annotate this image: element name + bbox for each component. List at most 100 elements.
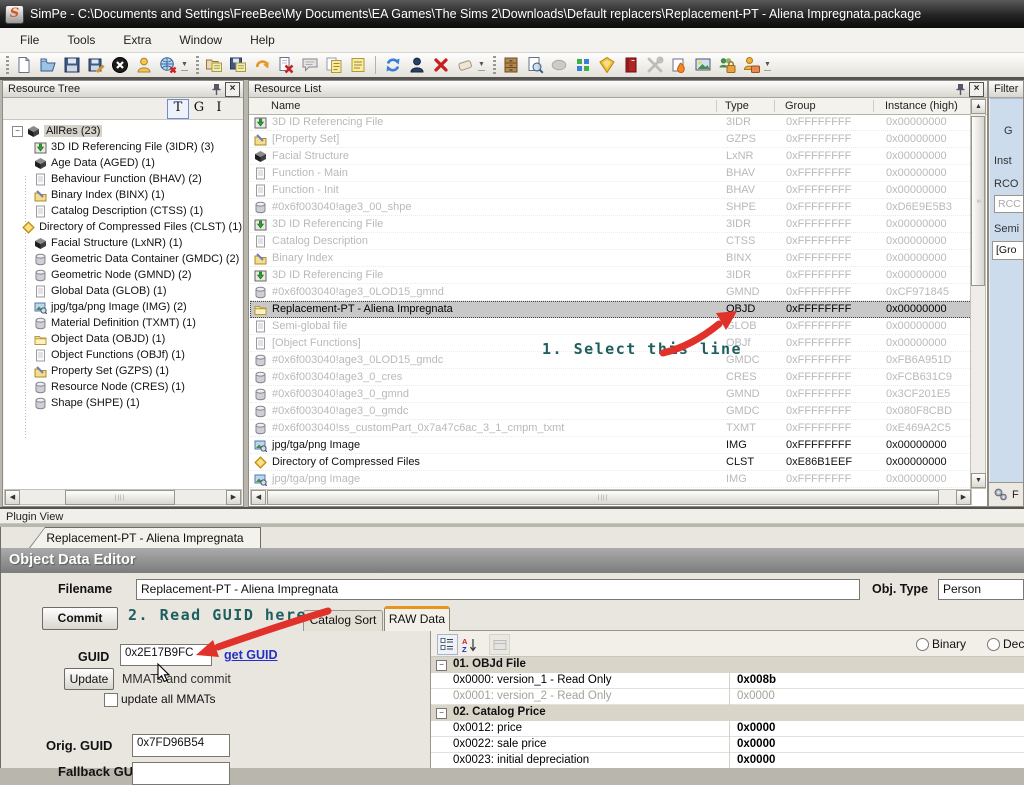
column-group[interactable]: Group [785, 100, 816, 112]
list-row[interactable]: 3D ID Referencing File3IDR0xFFFFFFFF0x00… [250, 216, 972, 233]
alphabetical-sort-icon[interactable]: AZ [459, 634, 480, 655]
toolbar-undo-button[interactable] [250, 54, 274, 76]
toolbar-comment-button[interactable] [298, 54, 322, 76]
toolbar-save-resource-button[interactable] [226, 54, 250, 76]
list-row[interactable]: Semi-global fileGLOB0xFFFFFFFF0x00000000 [250, 318, 972, 335]
list-h-scrollbar[interactable]: ◀ ▶ |||| [250, 489, 972, 505]
tree-item[interactable]: Shape (SHPE) (1) [4, 395, 242, 411]
commit-button[interactable]: Commit [42, 607, 118, 630]
tree-h-scrollbar[interactable]: ◀ ▶ |||| [4, 489, 242, 505]
tree-root-allres[interactable]: −AllRes (23) [4, 123, 242, 139]
toolbar-users-lock-button[interactable] [715, 54, 739, 76]
list-row[interactable]: #0x6f003040!age3_0_gmndGMND0xFFFFFFFF0x3… [250, 386, 972, 403]
plugin-tab[interactable]: Replacement-PT - Aliena Impregnata [29, 527, 261, 548]
toolbar-overflow-icon[interactable]: ▼— [478, 62, 485, 74]
close-icon[interactable]: × [969, 82, 984, 97]
toolbar-archive-button[interactable] [499, 54, 523, 76]
property-row[interactable]: 0x0012: price0x0000 [431, 721, 1024, 737]
toolbar-save-as-button[interactable] [84, 54, 108, 76]
list-row[interactable]: #0x6f003040!age3_0_gmdcGMDC0xFFFFFFFF0x0… [250, 403, 972, 420]
menu-help[interactable]: Help [240, 30, 285, 50]
toolbar-tools-gray-button[interactable] [643, 54, 667, 76]
toolbar-paste-button[interactable] [346, 54, 370, 76]
decimal-radio[interactable] [987, 638, 1000, 651]
collapse-icon[interactable]: − [436, 708, 447, 719]
list-row[interactable]: Directory of Compressed FilesCLST0xE86B1… [250, 454, 972, 471]
toolbar-grip[interactable] [493, 56, 496, 74]
tree-item[interactable]: jpg/tga/png Image (IMG) (2) [4, 299, 242, 315]
tree-item[interactable]: Property Set (GZPS) (1) [4, 363, 242, 379]
tree-view-button-g[interactable]: G [189, 99, 209, 117]
menu-file[interactable]: File [10, 30, 49, 50]
column-instance-high[interactable]: Instance (high) [885, 100, 958, 112]
list-row[interactable]: #0x6f003040!age3_0LOD15_gmndGMND0xFFFFFF… [250, 284, 972, 301]
filter-button[interactable]: F [989, 482, 1023, 506]
toolbar-close-package-button[interactable] [108, 54, 132, 76]
menu-tools[interactable]: Tools [57, 30, 105, 50]
list-row[interactable]: jpg/tga/png ImageIMG0xFFFFFFFF0x00000000 [250, 471, 972, 488]
toolbar-refresh-button[interactable] [381, 54, 405, 76]
tree-item[interactable]: 3D ID Referencing File (3IDR) (3) [4, 139, 242, 155]
tree-item[interactable]: Material Definition (TXMT) (1) [4, 315, 242, 331]
update-all-mmats-checkbox[interactable] [104, 693, 118, 707]
property-row[interactable]: 0x0022: sale price0x0000 [431, 737, 1024, 753]
tab-catalog-sort[interactable]: Catalog Sort [303, 610, 383, 631]
toolbar-grip[interactable] [196, 56, 199, 74]
get-guid-link[interactable]: get GUID [224, 648, 277, 662]
toolbar-save-button[interactable] [60, 54, 84, 76]
scroll-right-icon[interactable]: ▶ [956, 490, 971, 505]
toolbar-delete-x-button[interactable] [429, 54, 453, 76]
toolbar-delete-doc-button[interactable] [274, 54, 298, 76]
list-row[interactable]: 3D ID Referencing File3IDR0xFFFFFFFF0x00… [250, 114, 972, 131]
scroll-up-icon[interactable]: ▲ [971, 99, 986, 114]
tree-item[interactable]: Resource Node (CRES) (1) [4, 379, 242, 395]
scroll-thumb[interactable]: |||| [267, 490, 939, 505]
scroll-left-icon[interactable]: ◀ [251, 490, 266, 505]
tree-item[interactable]: Facial Structure (LxNR) (1) [4, 235, 242, 251]
menu-window[interactable]: Window [169, 30, 232, 50]
toolbar-overflow-icon[interactable]: ▼— [181, 62, 188, 74]
list-row[interactable]: Catalog DescriptionCTSS0xFFFFFFFF0x00000… [250, 233, 972, 250]
list-row[interactable]: #0x6f003040!age3_00_shpeSHPE0xFFFFFFFF0x… [250, 199, 972, 216]
toolbar-new-file-button[interactable] [12, 54, 36, 76]
tree-item[interactable]: Object Data (OBJD) (1) [4, 331, 242, 347]
filename-input[interactable]: Replacement-PT - Aliena Impregnata [136, 579, 860, 600]
toolbar-shield-button[interactable] [595, 54, 619, 76]
toolbar-overflow-icon[interactable]: ▼— [764, 62, 771, 74]
toolbar-disabled-blob-button[interactable] [547, 54, 571, 76]
toolbar-grip[interactable] [6, 56, 9, 74]
toolbar-web-find-button[interactable] [156, 54, 180, 76]
update-button[interactable]: Update [64, 668, 114, 690]
categorized-view-icon[interactable] [437, 634, 458, 655]
scroll-right-icon[interactable]: ▶ [226, 490, 241, 505]
binary-radio[interactable] [916, 638, 929, 651]
list-v-scrollbar[interactable]: ▲ ▼ ≡ [970, 98, 986, 489]
tree-item[interactable]: Behaviour Function (BHAV) (2) [4, 171, 242, 187]
list-row[interactable]: #0x6f003040!ss_customPart_0x7a47c6ac_3_1… [250, 420, 972, 437]
list-row[interactable]: #0x6f003040!age3_0_cresCRES0xFFFFFFFF0xF… [250, 369, 972, 386]
toolbar-doc-search-button[interactable] [523, 54, 547, 76]
property-category-row[interactable]: −01. OBJd File [431, 657, 1024, 673]
list-row[interactable]: Function - InitBHAV0xFFFFFFFF0x00000000 [250, 182, 972, 199]
toolbar-open-file-button[interactable] [36, 54, 60, 76]
tree-item[interactable]: Global Data (GLOB) (1) [4, 283, 242, 299]
tree-item[interactable]: Geometric Node (GMND) (2) [4, 267, 242, 283]
tree-item[interactable]: Directory of Compressed Files (CLST) (1) [4, 219, 242, 235]
property-row[interactable]: 0x0001: version_2 - Read Only0x0000 [431, 689, 1024, 705]
tree-view-button-i[interactable]: I [209, 99, 229, 117]
list-row[interactable]: [Property Set]GZPS0xFFFFFFFF0x00000000 [250, 131, 972, 148]
resource-list-column-header[interactable]: Name Type Group Instance (high) [249, 98, 987, 115]
filter-rcc-input[interactable]: RCC [994, 195, 1024, 213]
tree-item[interactable]: Geometric Data Container (GMDC) (2) [4, 251, 242, 267]
toolbar-eraser-button[interactable] [453, 54, 477, 76]
obj-type-input[interactable]: Person [938, 579, 1024, 600]
orig-guid-input[interactable]: 0x7FD96B54 [132, 734, 230, 757]
toolbar-user-lock-button[interactable] [739, 54, 763, 76]
tree-view-button-t[interactable]: T [167, 99, 189, 119]
list-row[interactable]: 3D ID Referencing File3IDR0xFFFFFFFF0x00… [250, 267, 972, 284]
tree-item[interactable]: Object Functions (OBJf) (1) [4, 347, 242, 363]
scroll-down-icon[interactable]: ▼ [971, 473, 986, 488]
scroll-thumb[interactable]: ≡ [971, 116, 985, 286]
list-row[interactable]: Binary IndexBINX0xFFFFFFFF0x00000000 [250, 250, 972, 267]
close-icon[interactable]: × [225, 82, 240, 97]
